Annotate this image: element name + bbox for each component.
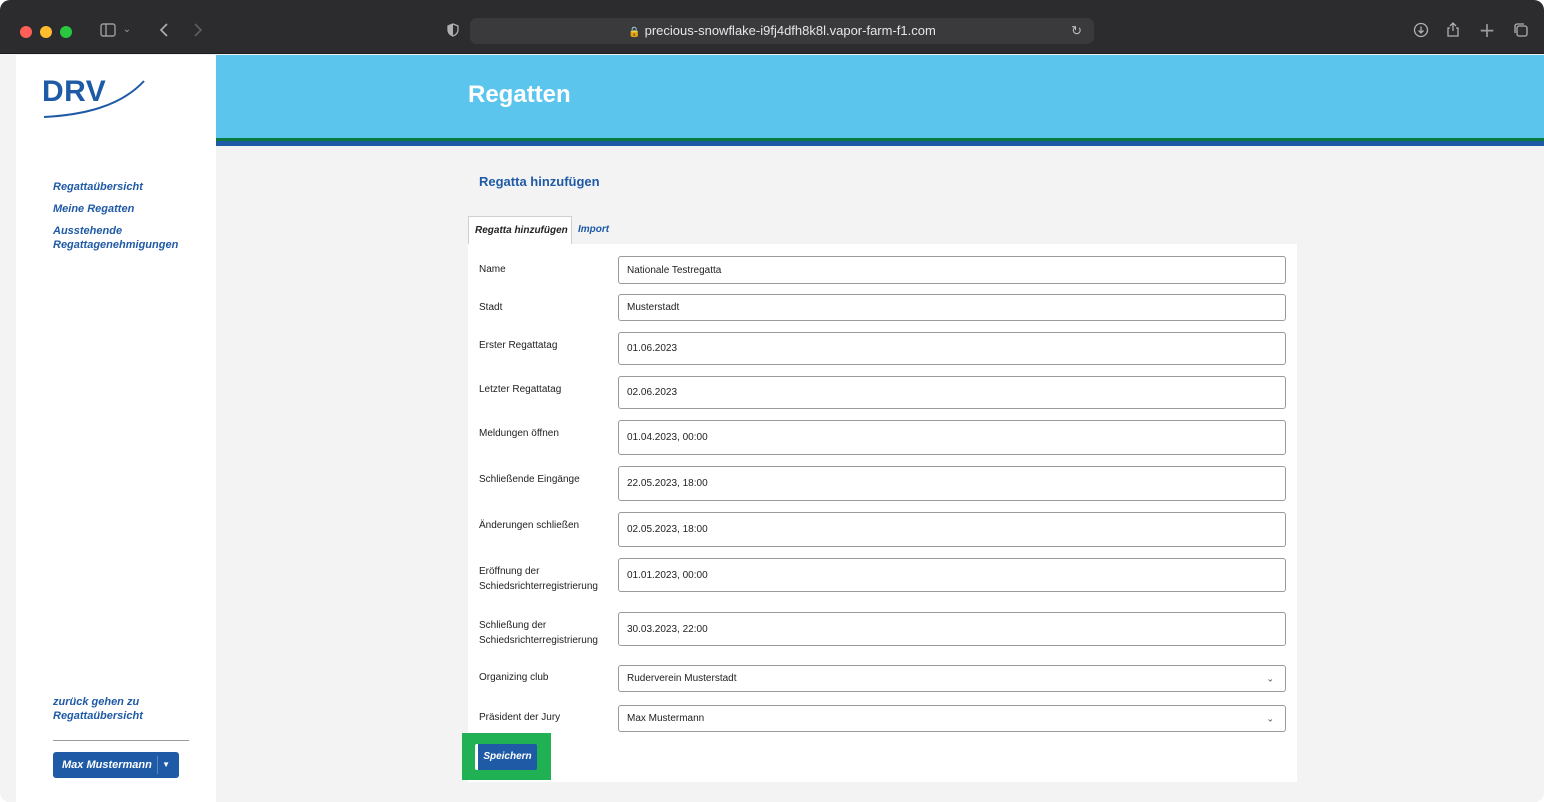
schliessende-eingaenge-input[interactable]: 22.05.2023, 18:00	[618, 466, 1286, 501]
schliessende-eingaenge-label: Schließende Eingänge	[479, 474, 580, 485]
share-icon[interactable]	[1444, 18, 1462, 42]
aenderungen-schliessen-input[interactable]: 02.05.2023, 18:00	[618, 512, 1286, 547]
aenderungen-schliessen-value: 02.05.2023, 18:00	[627, 524, 708, 535]
sidebar-nav: Regattaübersicht Meine Regatten Ausstehe…	[53, 180, 213, 260]
browser-titlebar: ⌄ 🔒 precious-snowflake-i9fj4dfh8k8l.vapor…	[0, 0, 1544, 54]
sidebar: DRV Regattaübersicht Meine Regatten Auss…	[16, 55, 216, 802]
stadt-input[interactable]: Musterstadt	[618, 294, 1286, 321]
section-title: Regatta hinzufügen	[479, 174, 600, 189]
schliessende-eingaenge-value: 22.05.2023, 18:00	[627, 478, 708, 489]
tab-overview-icon[interactable]	[1512, 18, 1530, 42]
close-window-button[interactable]	[20, 26, 32, 38]
eroeffnung-schiedsrichter-input[interactable]: 01.01.2023, 00:00	[618, 558, 1286, 592]
chevron-down-icon: ⌄	[1266, 713, 1274, 723]
schliessung-schiedsrichter-value: 30.03.2023, 22:00	[627, 623, 708, 635]
name-value: Nationale Testregatta	[627, 264, 722, 276]
name-input[interactable]: Nationale Testregatta	[618, 256, 1286, 284]
sidebar-item-meine-regatten[interactable]: Meine Regatten	[53, 202, 213, 216]
sidebar-divider	[53, 740, 189, 741]
name-label: Name	[479, 264, 506, 275]
sidebar-item-regattauebersicht[interactable]: Regattaübersicht	[53, 180, 213, 194]
meldungen-oeffnen-label: Meldungen öffnen	[479, 428, 559, 439]
schliessung-label-line1: Schließung der	[479, 620, 547, 631]
sidebar-toggle-icon[interactable]	[98, 18, 118, 42]
organizing-club-value: Ruderverein Musterstadt	[627, 673, 737, 684]
letzter-regattatag-label: Letzter Regattatag	[479, 384, 562, 395]
aenderungen-schliessen-label: Änderungen schließen	[479, 520, 580, 531]
reload-icon[interactable]: ↻	[1071, 18, 1082, 44]
stadt-value: Musterstadt	[627, 302, 680, 313]
download-icon[interactable]	[1412, 18, 1430, 42]
user-menu-separator	[157, 756, 158, 774]
save-button[interactable]: Speichern	[475, 744, 537, 770]
organizing-club-select[interactable]: Ruderverein Musterstadt ⌄	[618, 665, 1286, 692]
minimize-window-button[interactable]	[40, 26, 52, 38]
eroeffnung-schiedsrichter-value: 01.01.2023, 00:00	[627, 569, 708, 581]
forward-arrow-icon[interactable]	[190, 18, 206, 42]
lock-icon: 🔒	[628, 27, 641, 38]
praesident-jury-select[interactable]: Max Mustermann ⌄	[618, 705, 1286, 732]
letzter-regattatag-input[interactable]: 02.06.2023	[618, 376, 1286, 409]
letzter-regattatag-value: 02.06.2023	[627, 387, 678, 398]
url-text: precious-snowflake-i9fj4dfh8k8l.vapor-fa…	[644, 23, 936, 38]
zoom-window-button[interactable]	[60, 26, 72, 38]
address-bar[interactable]: 🔒 precious-snowflake-i9fj4dfh8k8l.vapor-f…	[470, 18, 1094, 44]
header-banner: Regatten	[216, 55, 1544, 138]
eroeffnung-label-line1: Eröffnung der	[479, 566, 540, 577]
praesident-jury-value: Max Mustermann	[627, 713, 705, 724]
organizing-club-label: Organizing club	[479, 672, 549, 683]
logo-swoosh-icon	[43, 80, 145, 118]
user-name: Max Mustermann	[62, 759, 152, 771]
stadt-label: Stadt	[479, 302, 503, 313]
schliessung-schiedsrichter-input[interactable]: 30.03.2023, 22:00	[618, 612, 1286, 646]
tab-import[interactable]: Import	[578, 216, 638, 245]
regatta-form: Name Nationale Testregatta Stadt Musters…	[468, 244, 1297, 782]
schliessung-schiedsrichter-label: Schließung der Schiedsrichterregistrieru…	[479, 618, 598, 648]
user-menu-button[interactable]: Max Mustermann ▼	[53, 752, 179, 778]
caret-down-icon: ▼	[162, 760, 170, 769]
chevron-down-icon[interactable]: ⌄	[120, 18, 134, 42]
back-arrow-icon[interactable]	[156, 18, 172, 42]
praesident-jury-label: Präsident der Jury	[479, 712, 561, 723]
page-title: Regatten	[468, 81, 571, 108]
drv-logo[interactable]: DRV	[42, 75, 162, 125]
eroeffnung-label-line2: Schiedsrichterregistrierung	[479, 581, 598, 592]
shield-icon[interactable]	[444, 18, 462, 42]
back-to-overview-link[interactable]: zurück gehen zu Regattaübersicht	[53, 695, 213, 723]
erster-regattatag-input[interactable]: 01.06.2023	[618, 332, 1286, 365]
tab-regatta-hinzufuegen[interactable]: Regatta hinzufügen	[468, 216, 572, 245]
eroeffnung-schiedsrichter-label: Eröffnung der Schiedsrichterregistrierun…	[479, 564, 598, 594]
schliessung-label-line2: Schiedsrichterregistrierung	[479, 635, 598, 646]
chevron-down-icon: ⌄	[1266, 673, 1274, 683]
browser-window: ⌄ 🔒 precious-snowflake-i9fj4dfh8k8l.vapor…	[0, 0, 1544, 802]
main-content: Regatta hinzufügen Regatta hinzufügen Im…	[216, 146, 1544, 802]
erster-regattatag-value: 01.06.2023	[627, 343, 678, 354]
erster-regattatag-label: Erster Regattatag	[479, 340, 558, 351]
meldungen-oeffnen-input[interactable]: 01.04.2023, 00:00	[618, 420, 1286, 455]
new-tab-icon[interactable]: +	[1478, 18, 1496, 42]
sidebar-item-ausstehende-genehmigungen[interactable]: Ausstehende Regattagenehmigungen	[53, 224, 213, 252]
meldungen-oeffnen-value: 01.04.2023, 00:00	[627, 432, 708, 443]
